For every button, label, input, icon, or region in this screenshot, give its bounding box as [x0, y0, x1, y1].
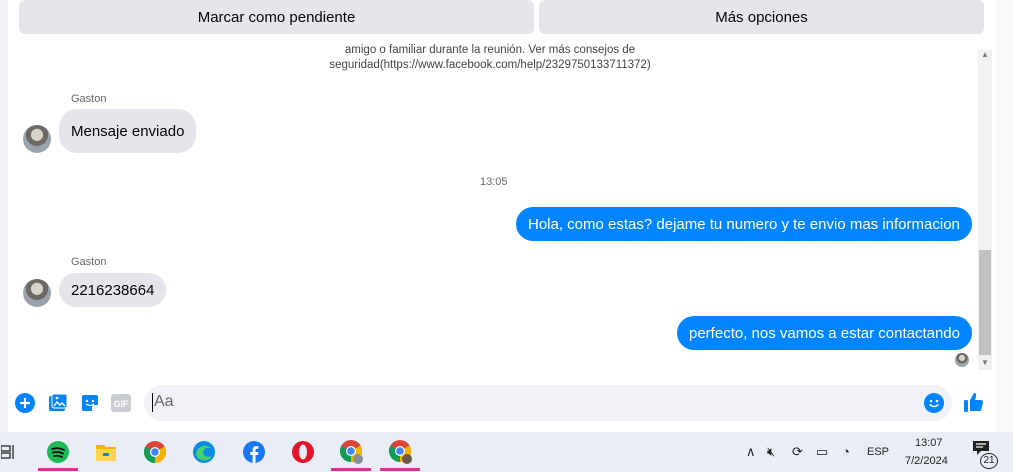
message-bubble-incoming[interactable]: 2216238664 — [59, 273, 167, 307]
active-app-indicator — [380, 468, 420, 471]
battery-icon[interactable]: ▭ — [816, 444, 828, 460]
gif-icon[interactable]: GIF — [110, 392, 132, 414]
mark-pending-button[interactable]: Marcar como pendiente — [19, 0, 534, 34]
message-input[interactable] — [144, 385, 952, 421]
window-right-edge — [996, 0, 1013, 432]
notification-count-badge: 21 — [980, 453, 998, 469]
text-caret — [152, 393, 153, 412]
task-view-icon[interactable] — [0, 440, 16, 464]
safety-notice-line2[interactable]: seguridad(https://www.facebook.com/help/… — [300, 57, 680, 73]
svg-text:GIF: GIF — [114, 399, 130, 409]
message-timestamp: 13:05 — [480, 176, 508, 188]
spotify-icon[interactable] — [46, 440, 70, 464]
message-input-placeholder[interactable]: Aa — [154, 393, 174, 411]
avatar[interactable] — [23, 279, 51, 307]
add-icon[interactable] — [14, 392, 36, 414]
sticker-icon[interactable] — [79, 392, 101, 414]
message-bubble-outgoing[interactable]: Hola, como estas? dejame tu numero y te … — [516, 207, 972, 241]
photo-icon[interactable] — [47, 392, 69, 414]
facebook-icon[interactable] — [242, 440, 266, 464]
chrome-profile-2-icon[interactable] — [389, 440, 413, 464]
language-indicator[interactable]: ESP — [867, 446, 889, 458]
wifi-icon[interactable]: ◔ — [842, 444, 850, 459]
clock-time[interactable]: 13:07 — [915, 437, 943, 449]
active-app-indicator — [331, 468, 371, 471]
avatar[interactable] — [23, 125, 51, 153]
like-icon[interactable] — [962, 390, 986, 414]
clock-date[interactable]: 7/2/2024 — [905, 455, 948, 467]
message-bubble-incoming[interactable]: Mensaje enviado — [59, 109, 197, 153]
file-explorer-icon[interactable] — [94, 440, 118, 464]
safety-notice-line1: amigo o familiar durante la reunión. Ver… — [344, 44, 636, 56]
sender-name: Gaston — [71, 93, 107, 105]
sender-name: Gaston — [71, 256, 107, 268]
seen-avatar — [955, 353, 969, 367]
sync-icon[interactable]: ⟳ — [792, 444, 803, 460]
show-hidden-icons-chevron-icon[interactable]: ∧ — [746, 444, 756, 460]
scrollbar-thumb[interactable] — [979, 250, 991, 355]
chrome-profile-icon[interactable] — [340, 440, 364, 464]
edge-icon[interactable] — [192, 440, 216, 464]
more-options-button[interactable]: Más opciones — [539, 0, 984, 34]
scroll-down-arrow[interactable]: ▼ — [981, 358, 989, 367]
volume-muted-icon[interactable]: 🔇︎ — [767, 444, 775, 460]
emoji-icon[interactable] — [923, 392, 945, 414]
active-app-indicator — [38, 468, 78, 471]
scroll-up-arrow[interactable]: ▲ — [981, 50, 989, 59]
window-left-edge — [0, 0, 8, 432]
message-bubble-outgoing[interactable]: perfecto, nos vamos a estar contactando — [677, 316, 972, 350]
opera-icon[interactable] — [291, 440, 315, 464]
chrome-icon[interactable] — [143, 440, 167, 464]
